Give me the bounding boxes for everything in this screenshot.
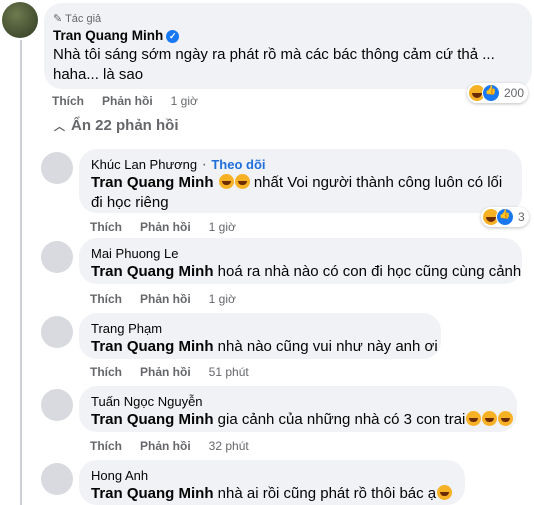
author-badge-icon: ✎ [53, 13, 63, 25]
follow-button[interactable]: Theo dõi [211, 157, 265, 172]
reply-bubble: Trang Phạm Tran Quang Minh nhà nào cũng … [79, 313, 441, 359]
reply-text: hoá ra nhà nào có con đi học cũng cùng c… [213, 263, 522, 280]
reply-button[interactable]: Phản hồi [140, 220, 191, 234]
comment-actions: Thích Phản hồi 1 giờ [52, 94, 216, 108]
reply-actions: Thích Phản hồi 1 giờ [90, 292, 254, 306]
reply-button[interactable]: Phản hồi [140, 292, 191, 306]
like-button[interactable]: Thích [90, 292, 122, 306]
like-button[interactable]: Thích [90, 439, 122, 453]
reply-author[interactable]: Hong Anh [91, 468, 148, 483]
reply-bubble: Khúc Lan Phương · Theo dõi Tran Quang Mi… [79, 149, 522, 213]
reply-author[interactable]: Tuấn Ngọc Nguyễn [91, 394, 203, 409]
hide-replies-button[interactable]: ︿ Ẩn 22 phản hồi [54, 117, 179, 134]
reply-bubble: Hong Anh Tran Quang Minh nhà ai rồi cũng… [79, 460, 465, 505]
reply-button[interactable]: Phản hồi [102, 94, 153, 108]
reply-text: nhà nào cũng vui như này anh ơi [213, 338, 438, 355]
reaction-count: 200 [504, 86, 525, 100]
comment-text: Nhà tôi sáng sớm ngày ra phát rồ mà các … [53, 46, 495, 83]
avatar[interactable] [41, 241, 73, 273]
like-button[interactable]: Thích [90, 220, 122, 234]
comment-time[interactable]: 1 giờ [171, 94, 198, 108]
mention-link[interactable]: Tran Quang Minh [91, 411, 214, 428]
reply-author[interactable]: Mai Phuong Le [91, 246, 178, 261]
reply-actions: Thích Phản hồi 51 phút [90, 365, 267, 379]
mention-link[interactable]: Tran Quang Minh [91, 338, 214, 355]
reply-bubble: Tuấn Ngọc Nguyễn Tran Quang Minh gia cản… [79, 386, 517, 432]
avatar[interactable] [41, 389, 73, 421]
reply-author[interactable]: Trang Phạm [91, 321, 162, 336]
reply-actions: Thích Phản hồi 32 phút [90, 439, 267, 453]
reply-time[interactable]: 51 phút [209, 365, 249, 379]
thread-line [20, 40, 22, 505]
reply-author[interactable]: Khúc Lan Phương [91, 157, 197, 172]
avatar[interactable] [41, 316, 73, 348]
reply-button[interactable]: Phản hồi [140, 439, 191, 453]
haha-emoji-icon [234, 174, 250, 189]
separator-dot: · [197, 156, 212, 173]
chevron-up-icon: ︿ [54, 121, 65, 133]
mention-link[interactable]: Tran Quang Minh [91, 485, 214, 502]
like-icon [496, 208, 514, 226]
avatar[interactable] [41, 463, 73, 495]
reply-time[interactable]: 1 giờ [209, 220, 236, 234]
reaction-summary[interactable]: 200 [467, 83, 529, 103]
mention-link[interactable]: Tran Quang Minh [91, 174, 214, 191]
haha-emoji-icon [437, 485, 453, 500]
reply-time[interactable]: 32 phút [209, 439, 249, 453]
grin-emoji-icon [218, 174, 234, 189]
comment-bubble: ✎ Tác giả Tran Quang Minh ✓ Nhà tôi sáng … [44, 3, 532, 89]
haha-emoji-icon [482, 411, 498, 426]
like-button[interactable]: Thích [90, 365, 122, 379]
reply-text: nhà ai rồi cũng phát rồ thôi bác ạ [213, 485, 437, 502]
mention-link[interactable]: Tran Quang Minh [91, 263, 214, 280]
hide-replies-label: Ẩn 22 phản hồi [71, 117, 179, 134]
verified-badge-icon: ✓ [166, 29, 180, 43]
author-badge-label: Tác giả [65, 13, 102, 25]
reply-button[interactable]: Phản hồi [140, 365, 191, 379]
avatar[interactable] [2, 2, 38, 38]
like-icon [482, 84, 500, 102]
haha-emoji-icon [466, 411, 482, 426]
haha-emoji-icon [498, 411, 514, 426]
reaction-summary[interactable]: 3 [481, 207, 529, 227]
reply-text: gia cảnh của những nhà có 3 con trai [213, 411, 466, 428]
reply-bubble: Mai Phuong Le Tran Quang Minh hoá ra nhà… [79, 238, 522, 284]
like-button[interactable]: Thích [52, 94, 84, 108]
reply-actions: Thích Phản hồi 1 giờ [90, 220, 254, 234]
avatar[interactable] [41, 152, 73, 184]
reply-time[interactable]: 1 giờ [209, 292, 236, 306]
comment-author[interactable]: Tran Quang Minh [53, 28, 163, 43]
reaction-count: 3 [518, 210, 525, 224]
